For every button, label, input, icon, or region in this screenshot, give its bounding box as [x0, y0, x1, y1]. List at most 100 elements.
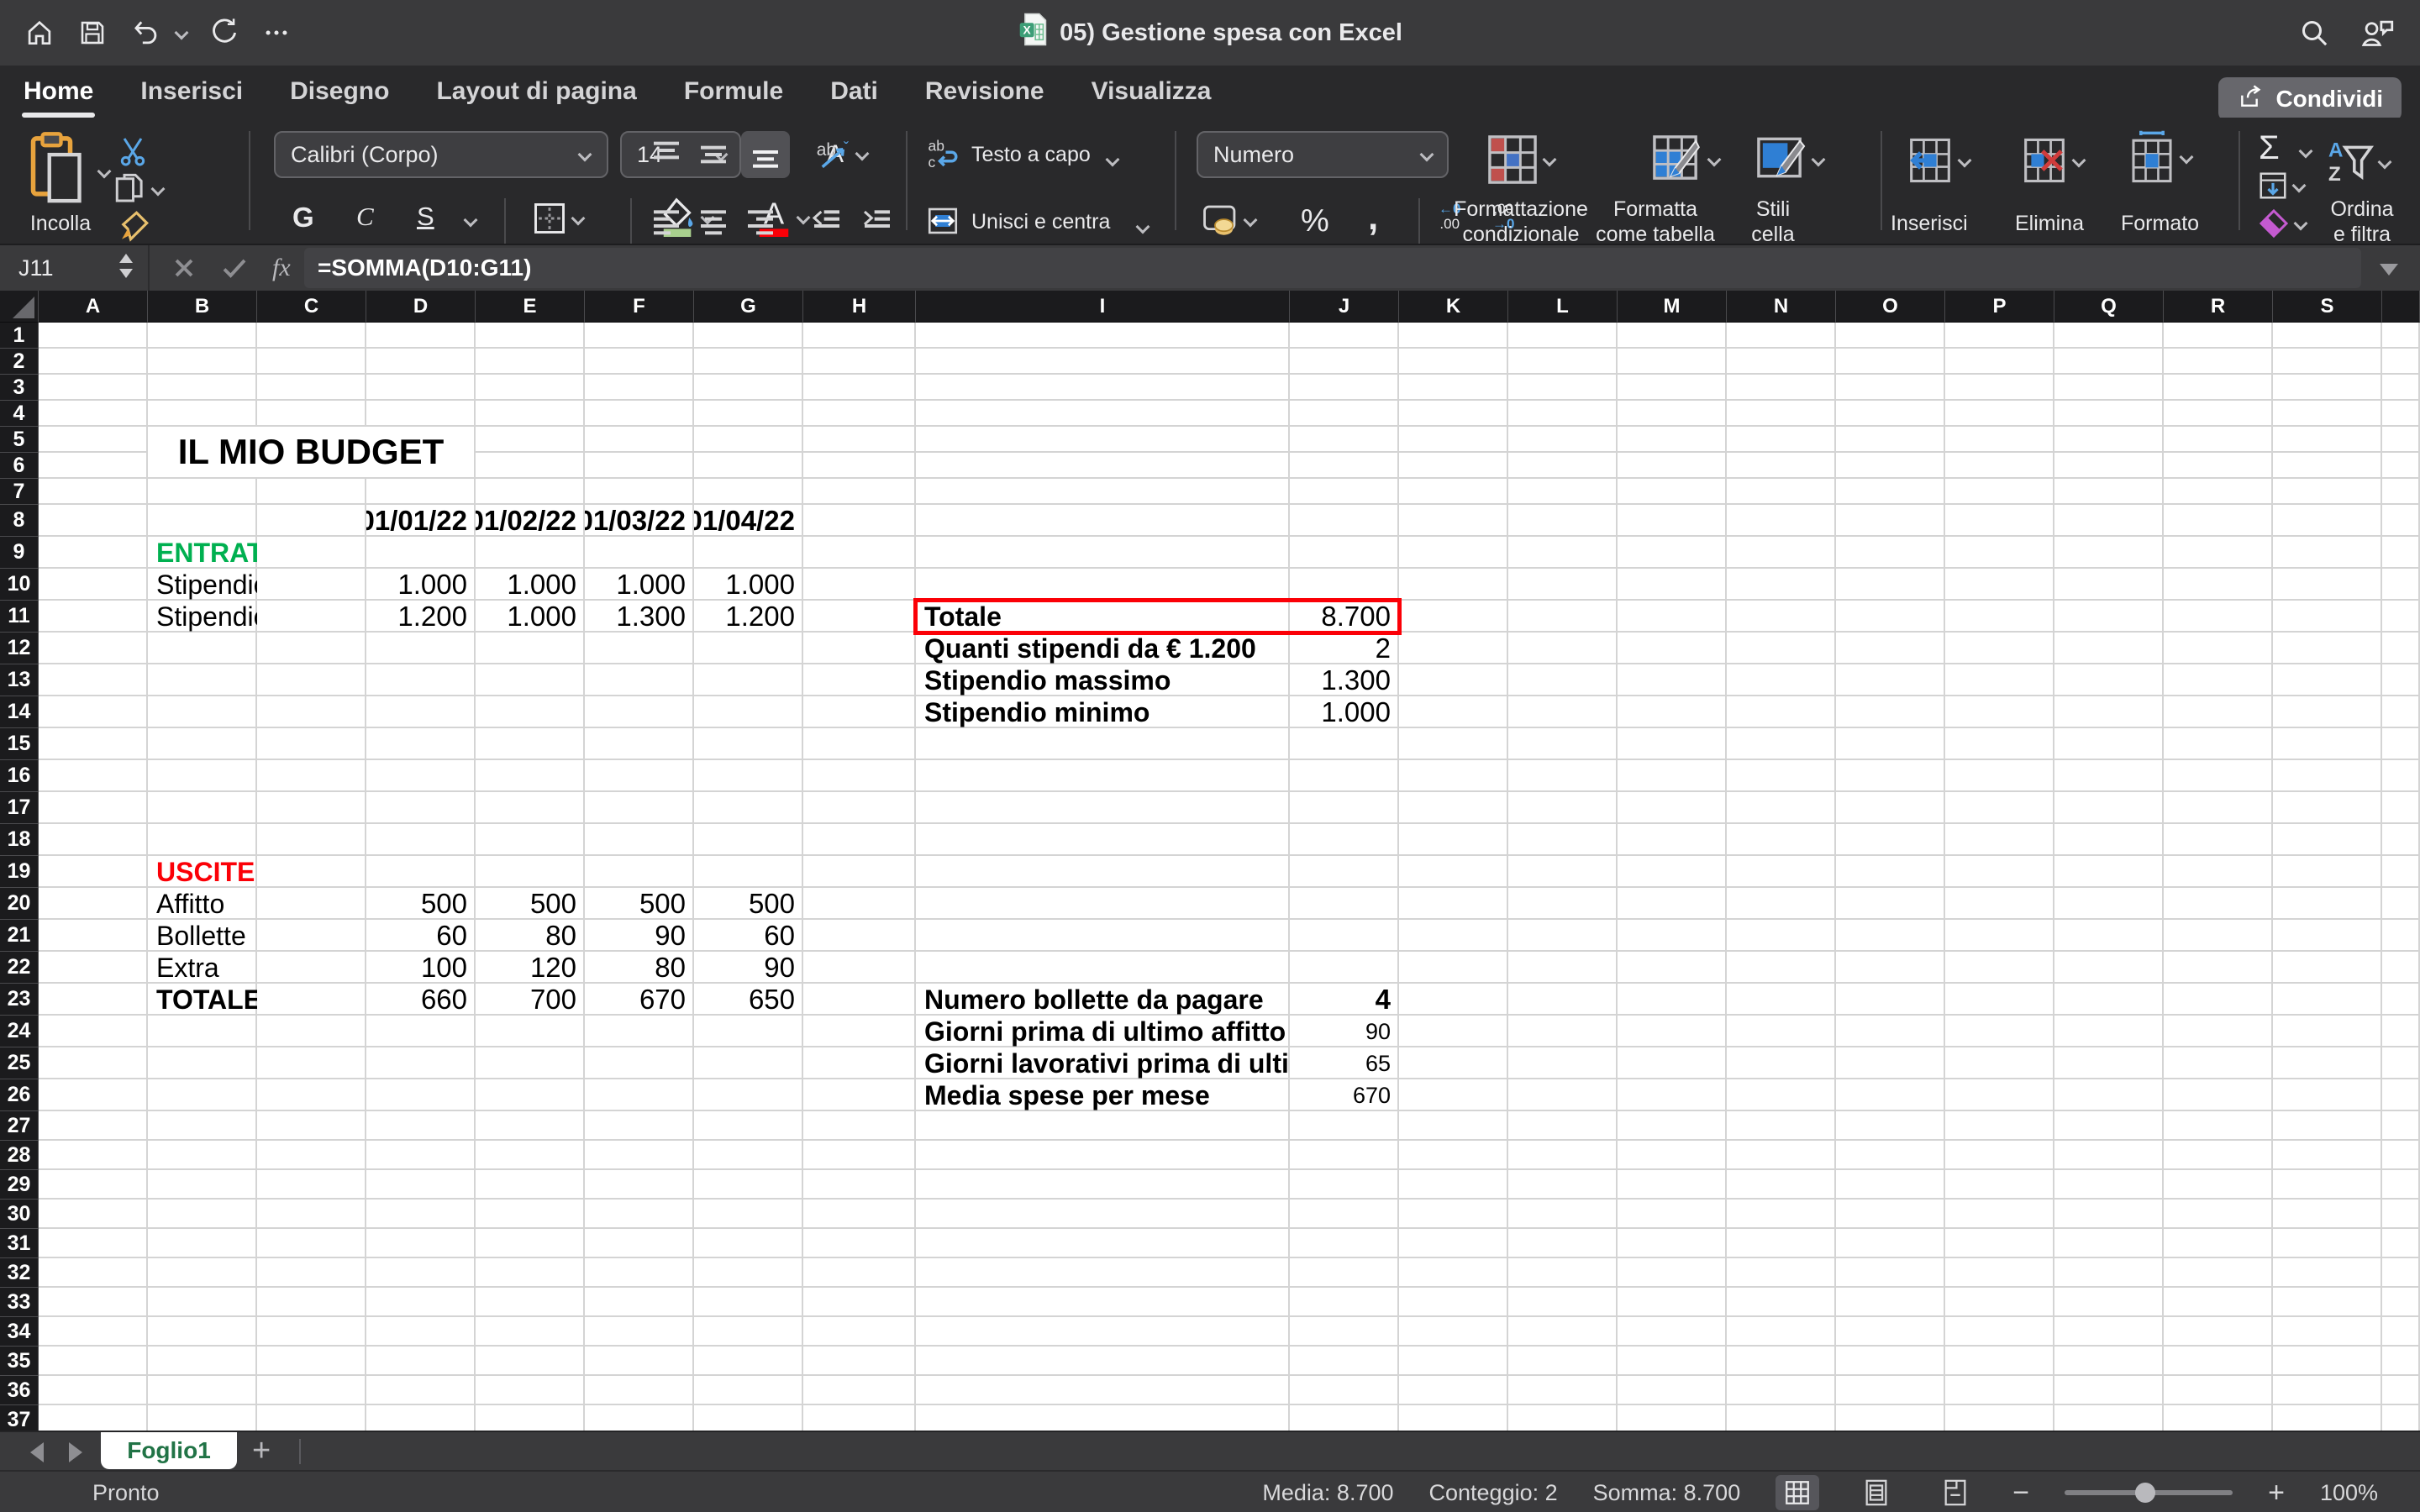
cell-K27[interactable] — [1399, 1111, 1508, 1141]
cell-A13[interactable] — [39, 664, 148, 696]
cell-P14[interactable] — [1945, 696, 2054, 728]
wrap-text-icon[interactable]: abc — [924, 136, 961, 171]
cell-C20[interactable] — [257, 888, 366, 920]
zoom-slider-thumb[interactable] — [2135, 1483, 2155, 1503]
cell-M30[interactable] — [1618, 1200, 1727, 1229]
cell-L31[interactable] — [1508, 1229, 1618, 1258]
cell-S36[interactable] — [2273, 1376, 2382, 1405]
cell-P6[interactable] — [1945, 453, 2054, 479]
cell-G2[interactable] — [694, 349, 803, 375]
redo-icon[interactable] — [208, 17, 240, 49]
cell-H6[interactable] — [803, 453, 916, 479]
cell-B30[interactable] — [148, 1200, 257, 1229]
cell-J31[interactable] — [1290, 1229, 1399, 1258]
cell-D19[interactable] — [366, 856, 476, 888]
cell-F1[interactable] — [585, 323, 694, 349]
cell-A5[interactable] — [39, 427, 148, 453]
cell-M32[interactable] — [1618, 1258, 1727, 1288]
cell-F26[interactable] — [585, 1079, 694, 1111]
cell-N27[interactable] — [1727, 1111, 1836, 1141]
cell-H3[interactable] — [803, 375, 916, 401]
cell-G9[interactable] — [694, 537, 803, 569]
col-header-R[interactable]: R — [2164, 291, 2273, 323]
cell-R20[interactable] — [2164, 888, 2273, 920]
cell-S5[interactable] — [2273, 427, 2382, 453]
cell-A17[interactable] — [39, 792, 148, 824]
cell-K10[interactable] — [1399, 569, 1508, 601]
cell-H24[interactable] — [803, 1016, 916, 1047]
cell-P10[interactable] — [1945, 569, 2054, 601]
cell-N37[interactable] — [1727, 1405, 1836, 1431]
cell-N29[interactable] — [1727, 1170, 1836, 1200]
cell-R9[interactable] — [2164, 537, 2273, 569]
cell-P19[interactable] — [1945, 856, 2054, 888]
cell-D25[interactable] — [366, 1047, 476, 1079]
cell-S10[interactable] — [2273, 569, 2382, 601]
row-header-1[interactable]: 1 — [0, 323, 39, 349]
col-header-O[interactable]: O — [1836, 291, 1945, 323]
cell-P12[interactable] — [1945, 633, 2054, 664]
cell-G14[interactable] — [694, 696, 803, 728]
cell-A28[interactable] — [39, 1141, 148, 1170]
cell-Q37[interactable] — [2054, 1405, 2164, 1431]
cell-E16[interactable] — [476, 760, 585, 792]
cell-F17[interactable] — [585, 792, 694, 824]
cell-H12[interactable] — [803, 633, 916, 664]
cell-O33[interactable] — [1836, 1288, 1945, 1317]
cell-F13[interactable] — [585, 664, 694, 696]
cell-L27[interactable] — [1508, 1111, 1618, 1141]
cell-A14[interactable] — [39, 696, 148, 728]
merge-center-icon[interactable] — [924, 203, 961, 239]
cell-O11[interactable] — [1836, 601, 1945, 633]
cell-G36[interactable] — [694, 1376, 803, 1405]
cell-P31[interactable] — [1945, 1229, 2054, 1258]
cell-B35[interactable] — [148, 1347, 257, 1376]
cell-R13[interactable] — [2164, 664, 2273, 696]
format-cells-icon[interactable] — [2128, 129, 2191, 185]
cell-J1[interactable] — [1290, 323, 1399, 349]
cell-D1[interactable] — [366, 323, 476, 349]
cell-R19[interactable] — [2164, 856, 2273, 888]
cell-R21[interactable] — [2164, 920, 2273, 952]
cell-C33[interactable] — [257, 1288, 366, 1317]
format-cells-label[interactable]: Formato — [2121, 212, 2199, 236]
cell-O32[interactable] — [1836, 1258, 1945, 1288]
cell-N18[interactable] — [1727, 824, 1836, 856]
cell-E14[interactable] — [476, 696, 585, 728]
format-as-table-icon[interactable] — [1650, 133, 1719, 186]
cell-C11[interactable] — [257, 601, 366, 633]
cell-C36[interactable] — [257, 1376, 366, 1405]
cell-P27[interactable] — [1945, 1111, 2054, 1141]
cell-J16[interactable] — [1290, 760, 1399, 792]
cell-C1[interactable] — [257, 323, 366, 349]
cell-Q18[interactable] — [2054, 824, 2164, 856]
cell-P9[interactable] — [1945, 537, 2054, 569]
cell-S19[interactable] — [2273, 856, 2382, 888]
cell-E4[interactable] — [476, 401, 585, 427]
cell-G30[interactable] — [694, 1200, 803, 1229]
cell-G22[interactable]: 90 — [694, 952, 803, 984]
sheet-tab-foglio1[interactable]: Foglio1 — [101, 1432, 237, 1469]
cell-N36[interactable] — [1727, 1376, 1836, 1405]
cell-A32[interactable] — [39, 1258, 148, 1288]
cell-K9[interactable] — [1399, 537, 1508, 569]
cell-F7[interactable] — [585, 479, 694, 505]
cell-I2[interactable] — [916, 349, 1290, 375]
cell-M36[interactable] — [1618, 1376, 1727, 1405]
cell-M3[interactable] — [1618, 375, 1727, 401]
cell-N21[interactable] — [1727, 920, 1836, 952]
cell-L4[interactable] — [1508, 401, 1618, 427]
cell-Q9[interactable] — [2054, 537, 2164, 569]
row-header-10[interactable]: 10 — [0, 569, 39, 601]
cell-R32[interactable] — [2164, 1258, 2273, 1288]
col-header-C[interactable]: C — [257, 291, 366, 323]
cell-D31[interactable] — [366, 1229, 476, 1258]
cell-A35[interactable] — [39, 1347, 148, 1376]
cell-G8[interactable]: 01/04/22 — [694, 505, 803, 537]
cell-A34[interactable] — [39, 1317, 148, 1347]
cell-G32[interactable] — [694, 1258, 803, 1288]
cell-Q20[interactable] — [2054, 888, 2164, 920]
cell-Q36[interactable] — [2054, 1376, 2164, 1405]
cell-M2[interactable] — [1618, 349, 1727, 375]
cell-E11[interactable]: 1.000 — [476, 601, 585, 633]
